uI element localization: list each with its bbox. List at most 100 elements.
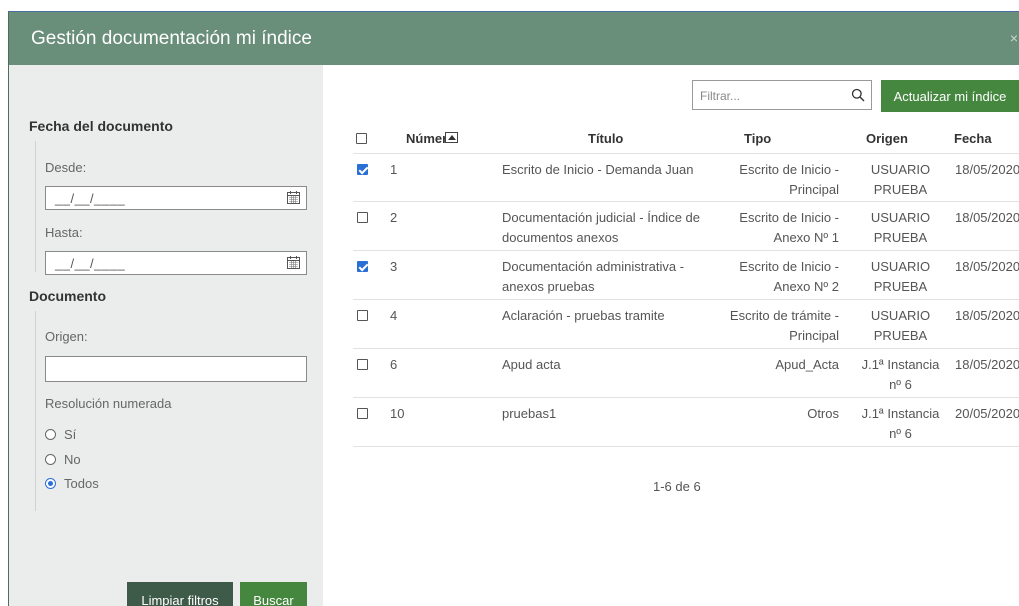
cell-tipo-line: Anexo Nº 1 <box>773 230 839 245</box>
cell-titulo: Documentación judicial - Índice de docume… <box>502 208 717 248</box>
search-icon[interactable] <box>851 88 865 102</box>
cell-origen-line: USUARIO <box>870 259 931 274</box>
cell-titulo-line: Documentación administrativa - <box>502 259 685 274</box>
cell-tipo: Escrito de Inicio - Anexo Nº 1 <box>719 208 839 248</box>
cell-origen-line: J.1ª Instancia <box>861 357 940 372</box>
table-row[interactable]: 4 Aclaración - pruebas tramite Escrito de … <box>353 300 1019 349</box>
column-header-titulo[interactable]: Título <box>588 131 623 146</box>
hasta-date-input[interactable]: __/__/____ <box>45 251 307 275</box>
cell-fecha: 18/05/2020 <box>955 162 1019 177</box>
cell-titulo: Aclaración - pruebas tramite <box>502 306 717 326</box>
cell-fecha: 18/05/2020 <box>955 210 1019 225</box>
cell-origen-line: USUARIO <box>870 210 931 225</box>
cell-numero: 1 <box>390 162 398 177</box>
table-row[interactable]: 3 Documentación administrativa - anexos pr… <box>353 251 1019 300</box>
radio-button[interactable] <box>45 429 56 440</box>
table-row[interactable]: 1 Escrito de Inicio - Demanda Juan Escrito… <box>353 153 1019 202</box>
cell-tipo-line: Principal <box>789 182 839 197</box>
row-checkbox[interactable] <box>357 310 368 321</box>
cell-origen-line: USUARIO <box>870 162 931 177</box>
row-checkbox[interactable] <box>357 212 368 223</box>
desde-date-input[interactable]: __/__/____ <box>45 186 307 210</box>
cell-titulo: Documentación administrativa - anexos pru… <box>502 257 717 297</box>
table-row[interactable]: 10 pruebas1 Otros J.1ª Instancia nº 6 20/05/2… <box>353 398 1019 447</box>
cell-tipo-line: Anexo Nº 2 <box>773 279 839 294</box>
row-checkbox[interactable] <box>357 164 368 175</box>
cell-tipo: Apud_Acta <box>719 355 839 375</box>
row-checkbox[interactable] <box>357 408 368 419</box>
close-icon[interactable]: × <box>1010 30 1018 46</box>
column-header-origen[interactable]: Origen <box>866 131 908 146</box>
cell-fecha: 20/05/2020 <box>955 406 1019 421</box>
column-header-fecha[interactable]: Fecha <box>954 131 992 146</box>
cell-origen: USUARIO PRUEBA <box>856 306 945 346</box>
table-row[interactable]: 6 Apud acta Apud_Acta J.1ª Instancia nº 6 18/… <box>353 349 1019 398</box>
hasta-date-value: __/__/____ <box>55 256 126 271</box>
filter-placeholder: Filtrar... <box>700 89 741 103</box>
cell-origen-line: PRUEBA <box>873 182 928 197</box>
cell-numero: 10 <box>390 406 405 421</box>
section-divider <box>35 141 36 272</box>
calendar-icon[interactable] <box>287 191 300 204</box>
cell-tipo-line: Escrito de Inicio - <box>739 259 839 274</box>
table-row[interactable]: 2 Documentación judicial - Índice de docum… <box>353 202 1019 251</box>
row-checkbox[interactable] <box>357 261 368 272</box>
radio-todos[interactable]: Todos <box>45 476 99 491</box>
cell-numero: 3 <box>390 259 398 274</box>
cell-tipo: Escrito de Inicio - Anexo Nº 2 <box>719 257 839 297</box>
radio-si[interactable]: Sí <box>45 427 76 442</box>
column-header-tipo[interactable]: Tipo <box>744 131 771 146</box>
cell-titulo-line: Apud acta <box>502 357 561 372</box>
cell-origen: J.1ª Instancia nº 6 <box>856 355 945 395</box>
origen-label: Origen: <box>45 329 88 344</box>
cell-origen-line: PRUEBA <box>873 279 928 294</box>
modal-header: Gestión documentación mi índice × <box>9 12 1019 65</box>
pagination-info: 1-6 de 6 <box>653 479 701 494</box>
cell-fecha: 18/05/2020 <box>955 357 1019 372</box>
cell-tipo: Escrito de Inicio - Principal <box>719 160 839 200</box>
cell-titulo-line: Aclaración - pruebas tramite <box>502 308 665 323</box>
cell-origen: USUARIO PRUEBA <box>856 160 945 200</box>
radio-no[interactable]: No <box>45 452 81 467</box>
cell-titulo: pruebas1 <box>502 404 717 424</box>
cell-titulo-line: anexos pruebas <box>502 279 595 294</box>
document-management-modal: Gestión documentación mi índice × Fecha … <box>8 12 1019 606</box>
resolucion-label: Resolución numerada <box>45 396 172 411</box>
document-list-panel: Filtrar... Actualizar mi índice Número T… <box>323 65 1019 606</box>
cell-tipo-line: Otros <box>807 406 839 421</box>
search-button[interactable]: Buscar <box>240 582 307 606</box>
cell-titulo-line: pruebas1 <box>502 406 557 421</box>
calendar-icon[interactable] <box>287 256 300 269</box>
row-checkbox[interactable] <box>357 359 368 370</box>
hasta-label: Hasta: <box>45 225 83 240</box>
radio-label: No <box>64 452 81 467</box>
filter-input[interactable]: Filtrar... <box>692 80 872 110</box>
select-all-checkbox[interactable] <box>356 133 367 144</box>
radio-label: Sí <box>64 427 77 442</box>
cell-titulo-line: Documentación judicial - Índice de <box>502 210 700 225</box>
clear-filters-button[interactable]: Limpiar filtros <box>127 582 233 606</box>
cell-fecha: 18/05/2020 <box>955 259 1019 274</box>
cell-origen: USUARIO PRUEBA <box>856 208 945 248</box>
cell-origen: USUARIO PRUEBA <box>856 257 945 297</box>
cell-titulo-line: Escrito de Inicio - Demanda Juan <box>502 162 694 177</box>
update-index-button[interactable]: Actualizar mi índice <box>881 80 1019 112</box>
desde-date-value: __/__/____ <box>55 191 126 206</box>
radio-button[interactable] <box>45 478 56 489</box>
cell-tipo: Escrito de trámite - Principal <box>719 306 839 346</box>
cell-titulo: Escrito de Inicio - Demanda Juan <box>502 160 717 180</box>
cell-titulo: Apud acta <box>502 355 717 375</box>
radio-button[interactable] <box>45 454 56 465</box>
cell-tipo-line: Escrito de Inicio - <box>739 210 839 225</box>
section-title-fecha: Fecha del documento <box>29 118 173 134</box>
cell-origen-line: PRUEBA <box>873 328 928 343</box>
cell-tipo-line: Escrito de trámite - <box>729 308 839 323</box>
cell-tipo-line: Escrito de Inicio - <box>739 162 839 177</box>
cell-origen: J.1ª Instancia nº 6 <box>856 404 945 444</box>
cell-tipo: Otros <box>719 404 839 424</box>
section-title-documento: Documento <box>29 288 106 304</box>
sort-ascending-icon[interactable] <box>445 132 458 143</box>
cell-origen-line: nº 6 <box>889 426 912 441</box>
modal-title: Gestión documentación mi índice <box>31 28 312 49</box>
origen-input[interactable] <box>45 356 307 382</box>
